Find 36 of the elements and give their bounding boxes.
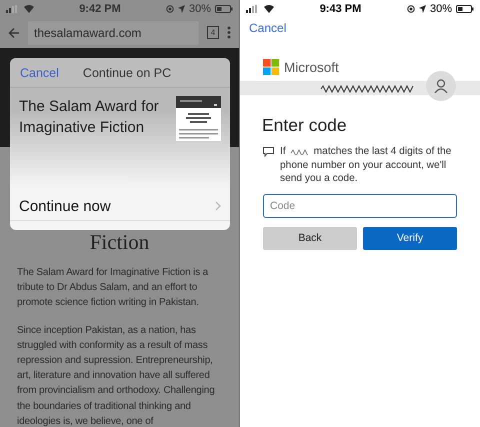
chevron-icon xyxy=(215,201,221,211)
redaction-scribble xyxy=(290,148,310,156)
continue-row[interactable]: Continue now xyxy=(10,192,230,221)
back-button[interactable]: Back xyxy=(263,226,357,250)
wifi-icon xyxy=(264,4,274,12)
status-time: 9:42 PM xyxy=(78,2,122,14)
microsoft-logo-icon xyxy=(263,59,279,75)
location-icon xyxy=(418,4,426,12)
paragraph: The Salam Award for Imaginative Fiction is a tribute to Dr Abdus Salam, and an effort to promote science fiction writing in Pakistan. xyxy=(17,266,210,310)
more-icon[interactable] xyxy=(227,26,231,39)
status-time: 9:43 PM xyxy=(318,2,362,14)
info-message: matches the last 4 digits of the xyxy=(314,145,452,158)
brand-name: Microsoft xyxy=(284,60,339,74)
tab-count[interactable]: 4 xyxy=(207,26,219,39)
chat-icon xyxy=(263,147,274,157)
paragraph: Since inception Pakistan, as a nation, has struggled with conformity as a result of mass repression and supression. Entrepreneurship, art, literature and innovation have all suffered from provincialism and orthodoxy. Challenging the boundaries of traditional thinking and ideologies is, we believe, one of xyxy=(17,324,216,427)
cancel-link[interactable]: Cancel xyxy=(20,66,59,80)
info-message: If xyxy=(280,145,286,158)
page-heading: Enter code xyxy=(262,115,348,136)
info-message: phone number on your account, we'll send you a code. xyxy=(280,158,448,186)
code-field[interactable]: Code xyxy=(263,194,457,218)
battery-percent: 30% xyxy=(430,2,452,14)
verify-button[interactable]: Verify xyxy=(363,226,457,250)
battery-icon xyxy=(456,4,474,12)
cancel-link[interactable]: Cancel xyxy=(249,21,286,35)
battery-icon xyxy=(215,4,233,12)
wifi-icon xyxy=(24,4,34,12)
signal-icon xyxy=(6,4,20,12)
location-icon xyxy=(178,4,185,12)
back-arrow-icon[interactable] xyxy=(8,26,20,38)
battery-percent: 30% xyxy=(188,2,211,14)
page-title: The Salam Award for Imaginative Fiction xyxy=(19,97,160,138)
page-heading: Fiction xyxy=(88,231,150,253)
address-field[interactable]: thesalamaward.com xyxy=(28,20,199,44)
signal-icon xyxy=(246,4,260,12)
sheet-title: Continue on PC xyxy=(82,66,172,80)
